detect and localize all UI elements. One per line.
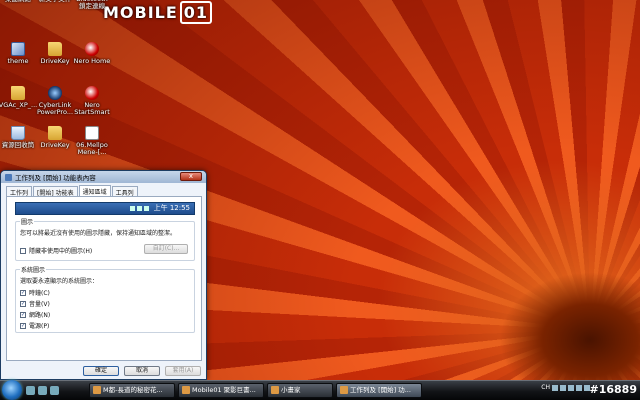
desktop-icon[interactable]: DriveKey — [35, 42, 75, 65]
checkbox-box — [20, 247, 26, 254]
checkbox-box: ✓ — [20, 322, 26, 329]
start-orb-button[interactable] — [2, 379, 22, 400]
desktop-icon-label: 桌面網路 — [0, 0, 38, 3]
tray-preview-icon — [137, 205, 143, 211]
task-button-4[interactable]: 工作列及 [開始] 功... — [336, 383, 422, 398]
image-watermark: #16889 — [589, 383, 638, 396]
window-icon — [340, 386, 348, 394]
task-button-3[interactable]: 小畫家 — [267, 383, 333, 398]
nero-icon — [85, 42, 99, 56]
recycle-icon — [11, 126, 25, 140]
task-button-1[interactable]: M都-長道的秘密花... — [89, 383, 175, 398]
tray-preview: 上午 12:55 — [15, 202, 195, 215]
tab-strip: 工作列 [開始] 功能表 通知區域 工具列 — [6, 185, 138, 197]
system-icons-list: ✓ 時鐘(C) ✓ 音量(V) ✓ 網路(N) ✓ 電源(P) — [20, 286, 50, 330]
desktop-icon-label: Nero StartSmart — [74, 101, 110, 116]
desktop-icon-label: VGAc_XP_... — [0, 101, 38, 109]
icons-group: 圖示 您可以將最近沒有使用的圖示隱藏，保持通知區域的整潔。 隱藏非使用中的圖示(… — [15, 217, 195, 261]
folder-icon — [48, 126, 62, 140]
folder-icon — [48, 42, 62, 56]
tab-notification-area[interactable]: 通知區域 — [78, 185, 111, 196]
checkbox-box: ✓ — [20, 300, 26, 307]
desktop-icon[interactable]: 06.Mellpo Mene-[... — [72, 126, 112, 156]
window-icon — [93, 386, 101, 394]
checkbox-box: ✓ — [20, 311, 26, 318]
desktop-icon[interactable]: 桌面網路 — [0, 0, 38, 3]
tray-icon[interactable] — [552, 384, 558, 391]
tab-taskbar[interactable]: 工作列 — [6, 186, 33, 197]
desktop-icon[interactable]: 資源回收筒 — [0, 126, 38, 149]
close-button[interactable]: x — [180, 172, 202, 181]
tray-icon[interactable] — [560, 384, 566, 391]
taskbar-properties-dialog: 工作列及 [開始] 功能表內容 x 工作列 [開始] 功能表 通知區域 工具列 … — [0, 170, 207, 380]
desktop-icon[interactable]: DriveKey — [35, 126, 75, 149]
tab-toolbars[interactable]: 工具列 — [111, 186, 138, 197]
app-icon — [5, 173, 12, 181]
clock-checkbox[interactable]: ✓ 時鐘(C) — [20, 288, 50, 297]
system-icons-group-title: 系統圖示 — [20, 265, 47, 274]
tab-panel: 上午 12:55 圖示 您可以將最近沒有使用的圖示隱藏，保持通知區域的整潔。 隱… — [6, 196, 202, 361]
dialog-title-bar[interactable]: 工作列及 [開始] 功能表內容 — [1, 171, 206, 183]
tab-start-menu[interactable]: [開始] 功能表 — [33, 186, 78, 197]
desktop-icon[interactable]: VGAc_XP_... — [0, 86, 38, 109]
tray-icon[interactable] — [568, 384, 574, 391]
icons-group-title: 圖示 — [20, 217, 35, 226]
tray-preview-icon — [130, 205, 136, 211]
icons-group-desc: 您可以將最近沒有使用的圖示隱藏，保持通知區域的整潔。 — [20, 230, 177, 237]
prog-icon — [11, 42, 25, 56]
window-icon — [271, 386, 279, 394]
power-checkbox[interactable]: ✓ 電源(P) — [20, 321, 50, 330]
desktop-icon-label: DriveKey — [40, 141, 70, 149]
language-indicator[interactable]: CH — [541, 384, 550, 391]
desktop-icon-label: DriveKey — [40, 57, 70, 65]
tray-icon[interactable] — [576, 384, 582, 391]
hide-inactive-checkbox[interactable]: 隱藏非使用中的圖示(H) — [20, 246, 92, 255]
desktop-icon-label: Nero Home — [73, 57, 111, 65]
desktop-icon[interactable]: theme — [0, 42, 38, 65]
system-icons-group: 系統圖示 選取要永遠顯示的系統圖示： ✓ 時鐘(C) ✓ 音量(V) ✓ 網路(N) … — [15, 265, 195, 333]
browser-icon[interactable] — [50, 386, 59, 395]
preview-clock: 上午 12:55 — [153, 204, 190, 212]
desktop-icon-label: 新文字文件 — [35, 0, 75, 3]
desktop-icon[interactable]: Nero StartSmart — [72, 86, 112, 116]
desktop-icon-label: 06.Mellpo Mene-[... — [76, 141, 108, 156]
cyber-icon — [48, 86, 62, 100]
folder-icon — [11, 86, 25, 100]
task-button-2[interactable]: Mobile01 聚影巨書... — [178, 383, 264, 398]
checkbox-box: ✓ — [20, 289, 26, 296]
desktop-icon[interactable]: 新文字文件 — [35, 0, 75, 3]
desktop-icon[interactable]: CyberLink PowerPro... — [35, 86, 75, 116]
desktop-icon-label: 資源回收筒 — [1, 141, 35, 149]
show-desktop-icon[interactable] — [26, 386, 35, 395]
desktop-icon[interactable]: Nero Home — [72, 42, 112, 65]
desktop-icon-label: Bluetooth 鎖定連線 — [76, 0, 108, 10]
ok-button[interactable]: 確定 — [83, 366, 119, 376]
checkbox-label: 隱藏非使用中的圖示(H) — [29, 248, 93, 255]
system-tray: CH — [541, 384, 590, 391]
dialog-title: 工作列及 [開始] 功能表內容 — [15, 174, 96, 182]
volume-checkbox[interactable]: ✓ 音量(V) — [20, 299, 50, 308]
tray-preview-icon — [144, 205, 150, 211]
cancel-button[interactable]: 取消 — [124, 366, 160, 376]
watermark-logo: MOBILE 01 — [103, 1, 213, 24]
quick-launch — [26, 386, 59, 395]
doc-icon — [85, 126, 99, 140]
taskbar: M都-長道的秘密花... Mobile01 聚影巨書... 小畫家 工作列及 [… — [0, 379, 640, 400]
desktop-icon[interactable]: Bluetooth 鎖定連線 — [72, 0, 112, 10]
nero-icon — [85, 86, 99, 100]
desktop-icon-label: theme — [7, 57, 29, 65]
window-icon — [182, 386, 190, 394]
system-icons-desc: 選取要永遠顯示的系統圖示： — [20, 278, 99, 285]
customize-button[interactable]: 自訂(C)... — [144, 244, 188, 254]
switch-windows-icon[interactable] — [38, 386, 47, 395]
apply-button[interactable]: 套用(A) — [165, 366, 201, 376]
network-checkbox[interactable]: ✓ 網路(N) — [20, 310, 50, 319]
desktop-icon-label: CyberLink PowerPro... — [36, 101, 74, 116]
